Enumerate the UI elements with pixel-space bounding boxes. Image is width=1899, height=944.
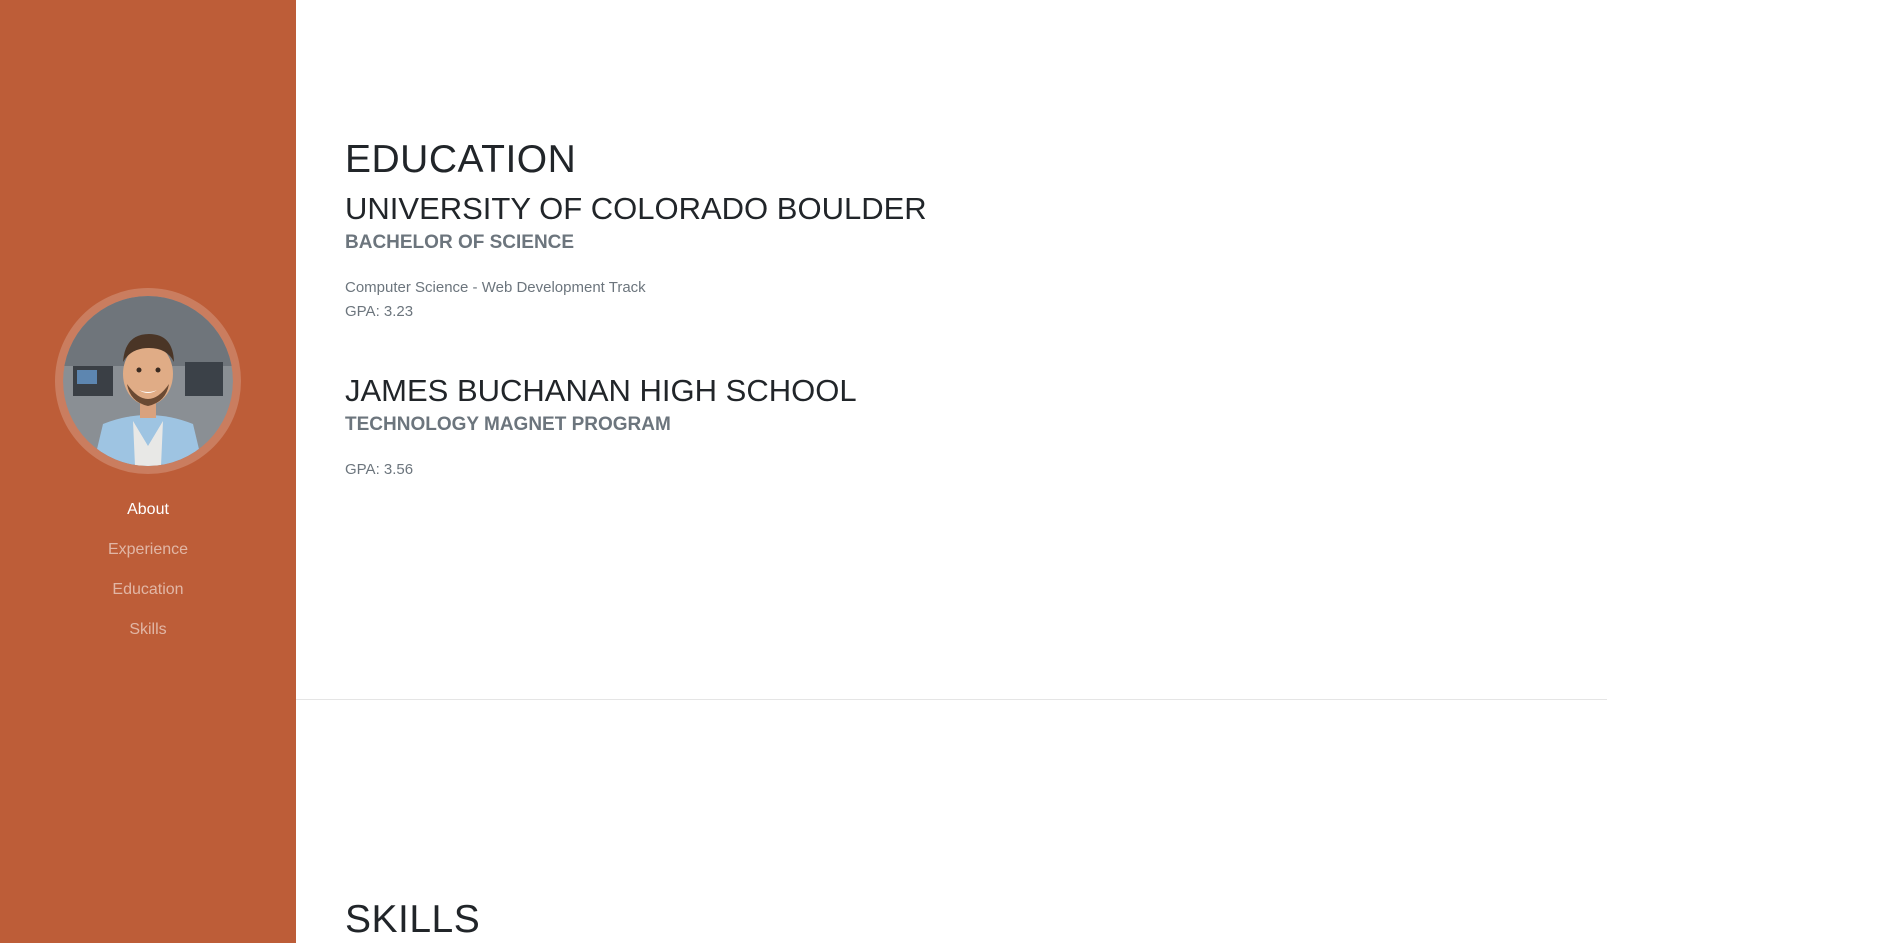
education-entry: UNIVERSITY OF COLORADO BOULDER BACHELOR … bbox=[345, 190, 927, 324]
education-detail: Computer Science - Web Development Track bbox=[345, 278, 646, 296]
nav-item-label[interactable]: Education bbox=[112, 581, 183, 598]
education-entry: JAMES BUCHANAN HIGH SCHOOL TECHNOLOGY MA… bbox=[345, 372, 927, 482]
degree-name: TECHNOLOGY MAGNET PROGRAM bbox=[345, 413, 671, 435]
nav-item-label[interactable]: Experience bbox=[108, 541, 188, 558]
skills-section: SKILLS bbox=[345, 897, 480, 944]
nav-item-experience[interactable]: Experience bbox=[0, 535, 296, 575]
school-name: JAMES BUCHANAN HIGH SCHOOL bbox=[345, 372, 857, 408]
skills-title: SKILLS bbox=[345, 898, 481, 941]
nav-item-about[interactable]: About bbox=[0, 495, 296, 535]
nav-item-skills[interactable]: Skills bbox=[0, 615, 296, 655]
sidebar: About Experience Education Skills bbox=[0, 0, 296, 943]
sidebar-nav: About Experience Education Skills bbox=[0, 495, 296, 655]
section-divider bbox=[296, 699, 1607, 700]
education-title: EDUCATION bbox=[345, 138, 577, 181]
profile-avatar bbox=[63, 296, 233, 466]
school-name: UNIVERSITY OF COLORADO BOULDER bbox=[345, 190, 927, 226]
education-section: EDUCATION UNIVERSITY OF COLORADO BOULDER… bbox=[345, 137, 927, 482]
profile-avatar-frame bbox=[55, 288, 241, 474]
degree-name: BACHELOR OF SCIENCE bbox=[345, 231, 575, 253]
education-gpa: GPA: 3.23 bbox=[345, 302, 414, 320]
nav-item-label[interactable]: Skills bbox=[129, 621, 166, 638]
education-gpa: GPA: 3.56 bbox=[345, 460, 414, 478]
nav-item-label[interactable]: About bbox=[127, 501, 169, 518]
main-content: EDUCATION UNIVERSITY OF COLORADO BOULDER… bbox=[296, 0, 1899, 943]
nav-item-education[interactable]: Education bbox=[0, 575, 296, 615]
